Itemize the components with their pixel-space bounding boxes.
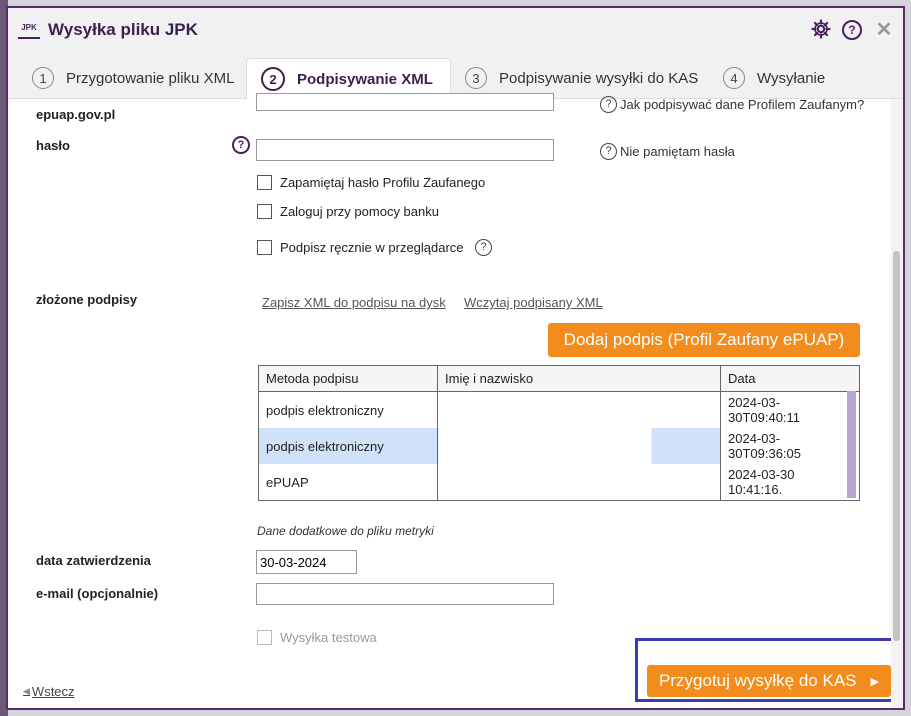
tab-number: 4 bbox=[723, 67, 745, 89]
signatures-label: złożone podpisy bbox=[36, 292, 138, 307]
table-row[interactable]: ePUAP 2024-03-30 10:41:16. bbox=[258, 464, 860, 501]
column-header-method[interactable]: Metoda podpisu bbox=[258, 365, 438, 392]
approval-date-label: data zatwierdzenia bbox=[36, 553, 151, 568]
checkbox-label: Wysyłka testowa bbox=[280, 630, 377, 645]
dialog-scrollbar[interactable] bbox=[891, 99, 903, 708]
tab-number: 3 bbox=[465, 67, 487, 89]
prepare-kas-button[interactable]: Przygotuj wysyłkę do KAS ▶ bbox=[647, 665, 891, 697]
tab-number: 1 bbox=[32, 67, 54, 89]
table-scrollbar-thumb[interactable] bbox=[847, 391, 856, 498]
help-icon[interactable]: ? bbox=[232, 136, 250, 154]
tab-number: 2 bbox=[261, 67, 285, 91]
help-profile-link[interactable]: Jak podpisywać dane Profilem Zaufanym? bbox=[620, 97, 864, 112]
column-header-date[interactable]: Data bbox=[720, 365, 860, 392]
tab-label: Podpisywanie wysyłki do KAS bbox=[499, 69, 699, 87]
table-row[interactable]: podpis elektroniczny 2024-03-30T09:40:11 bbox=[258, 391, 860, 428]
email-label: e-mail (opcjonalnie) bbox=[36, 586, 159, 601]
checkbox-label: Zaloguj przy pomocy banku bbox=[280, 204, 439, 219]
dialog-title: Wysyłka pliku JPK bbox=[48, 20, 198, 39]
forgot-password-link[interactable]: Nie pamiętam hasła bbox=[620, 144, 735, 159]
metadata-note: Dane dodatkowe do pliku metryki bbox=[257, 524, 434, 538]
cell-name bbox=[437, 391, 721, 428]
close-icon[interactable]: ✕ bbox=[874, 19, 894, 41]
sign-manual-checkbox[interactable]: Podpisz ręcznie w przeglądarce bbox=[257, 240, 464, 255]
help-icon[interactable]: ? bbox=[842, 20, 862, 40]
jpk-logo: JPK bbox=[18, 21, 40, 39]
scrollbar-thumb[interactable] bbox=[893, 251, 900, 641]
tab-label: Podpisywanie XML bbox=[297, 70, 433, 88]
add-signature-button[interactable]: Dodaj podpis (Profil Zaufany ePUAP) bbox=[548, 323, 860, 357]
cell-name bbox=[437, 428, 721, 464]
chevron-right-icon: ▶ bbox=[870, 675, 879, 688]
cell-date: 2024-03-30 10:41:16. bbox=[720, 464, 860, 501]
gear-icon[interactable] bbox=[811, 19, 831, 39]
approval-date-field[interactable] bbox=[256, 550, 357, 574]
checkbox-label: Zapamiętaj hasło Profilu Zaufanego bbox=[280, 175, 486, 190]
load-xml-link[interactable]: Wczytaj podpisany XML bbox=[464, 295, 603, 310]
jpk-send-dialog: JPK Wysyłka pliku JPK ? ✕ 1 Przygotowani… bbox=[6, 6, 905, 710]
help-icon[interactable]: ? bbox=[600, 96, 617, 113]
tab-sign-kas[interactable]: 3 Podpisywanie wysyłki do KAS bbox=[465, 58, 698, 98]
help-icon[interactable]: ? bbox=[600, 143, 617, 160]
tab-prepare-xml[interactable]: 1 Przygotowanie pliku XML bbox=[32, 58, 234, 98]
form-content: epuap.gov.pl ? Jak podpisywać dane Profi… bbox=[8, 93, 900, 708]
signatures-table: Metoda podpisu Imię i nazwisko Data podp… bbox=[258, 365, 860, 501]
checkbox-box[interactable] bbox=[257, 175, 272, 190]
epuap-label: epuap.gov.pl bbox=[36, 107, 116, 122]
email-field[interactable] bbox=[256, 583, 554, 605]
checkbox-label: Podpisz ręcznie w przeglądarce bbox=[280, 240, 464, 255]
checkbox-box[interactable] bbox=[257, 630, 272, 645]
table-header-row: Metoda podpisu Imię i nazwisko Data bbox=[258, 365, 860, 392]
title-bar: JPK Wysyłka pliku JPK ? ✕ bbox=[8, 8, 903, 50]
column-header-name[interactable]: Imię i nazwisko bbox=[437, 365, 721, 392]
checkbox-box[interactable] bbox=[257, 240, 272, 255]
tab-label: Wysyłanie bbox=[757, 69, 826, 87]
password-label: hasło bbox=[36, 138, 70, 153]
button-label: Przygotuj wysyłkę do KAS bbox=[659, 671, 857, 690]
back-label: Wstecz bbox=[31, 684, 75, 699]
tab-sending[interactable]: 4 Wysyłanie bbox=[723, 58, 825, 98]
cell-date: 2024-03-30T09:40:11 bbox=[720, 391, 860, 428]
cell-method: podpis elektroniczny bbox=[258, 391, 438, 428]
back-link[interactable]: ◀ Wstecz bbox=[23, 684, 75, 699]
help-icon[interactable]: ? bbox=[475, 239, 492, 256]
remember-password-checkbox[interactable]: Zapamiętaj hasło Profilu Zaufanego bbox=[257, 175, 485, 190]
cell-date: 2024-03-30T09:36:05 bbox=[720, 428, 860, 464]
checkbox-box[interactable] bbox=[257, 204, 272, 219]
step-tabs: 1 Przygotowanie pliku XML 2 Podpisywanie… bbox=[8, 50, 903, 99]
tab-label: Przygotowanie pliku XML bbox=[66, 69, 235, 87]
login-bank-checkbox[interactable]: Zaloguj przy pomocy banku bbox=[257, 204, 439, 219]
table-row[interactable]: podpis elektroniczny 2024-03-30T09:36:05 bbox=[258, 428, 860, 464]
cell-method: ePUAP bbox=[258, 464, 438, 501]
cell-method: podpis elektroniczny bbox=[258, 428, 438, 464]
test-send-checkbox[interactable]: Wysyłka testowa bbox=[257, 630, 377, 645]
cell-name bbox=[437, 464, 721, 501]
save-xml-link[interactable]: Zapisz XML do podpisu na dysk bbox=[262, 295, 446, 310]
epuap-login-input[interactable] bbox=[256, 93, 554, 111]
chevron-left-icon: ◀ bbox=[23, 686, 30, 696]
password-field[interactable] bbox=[256, 139, 554, 161]
